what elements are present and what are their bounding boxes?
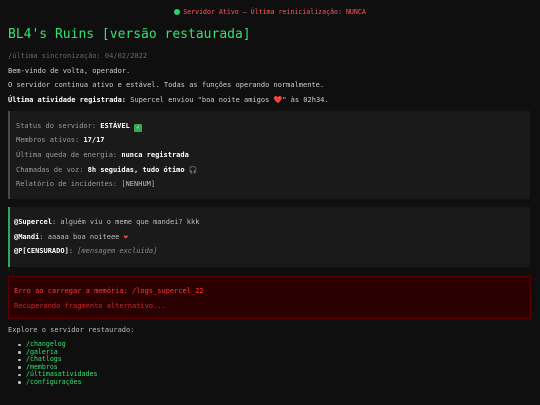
explore-label: Explore o servidor restaurado:	[8, 326, 135, 334]
error-panel: Erro ao carregar a memória: /logs_superc…	[8, 276, 531, 319]
status-row-server: Status do servidor: ESTÁVEL ✓	[16, 122, 143, 132]
status-value: ESTÁVEL	[100, 122, 130, 130]
welcome-text: Bem-vindo de volta, operador.	[8, 67, 131, 75]
chat-user: @Mandi	[14, 233, 40, 241]
chat-message: @Supercel: alguém viu o meme que mandei?…	[14, 218, 200, 226]
explore-links: /changelog /galeria /chatlogs /membros /…	[18, 340, 97, 387]
incidents-value: [NENHUM]	[121, 180, 156, 188]
headphones-icon: 🎧	[188, 166, 198, 174]
chat-text-deleted: [mensagem excluída]	[77, 247, 158, 255]
chat-text: aaaaa boa noiteee	[47, 233, 120, 241]
last-activity: Última atividade registrada: Supercel en…	[8, 96, 329, 105]
status-row-voice: Chamadas de voz: 8h seguidas, tudo ótimo…	[16, 166, 198, 175]
incidents-label: Relatório de incidentes:	[16, 180, 118, 188]
chat-user: @Supercel	[14, 218, 52, 226]
status-row-members: Membros ativos: 17/17	[16, 136, 105, 145]
status-indicator-icon	[174, 9, 181, 15]
members-label: Membros ativos:	[16, 136, 80, 144]
chat-message: @Mandi: aaaaa boa noiteee ❤	[14, 233, 128, 241]
chat-log-panel: @Supercel: alguém viu o meme que mandei?…	[8, 207, 530, 267]
heart-icon: ❤	[123, 233, 128, 241]
last-activity-text: Supercel enviou "boa noite amigos ❤️" às…	[130, 96, 329, 104]
voice-label: Chamadas de voz:	[16, 166, 84, 174]
chat-text: alguém viu o meme que mandei? kkk	[60, 218, 200, 226]
error-message: Erro ao carregar a memória: /logs_superc…	[14, 287, 204, 295]
status-row-power: Última queda de energia: nunca registrad…	[16, 151, 189, 160]
voice-value: 8h seguidas, tudo ótimo	[87, 166, 185, 174]
chat-message: @P[CENSURADO]: [mensagem excluída]	[14, 247, 158, 255]
last-activity-label: Última atividade registrada:	[8, 96, 127, 104]
page-title: BL4's Ruins [versão restaurada]	[8, 27, 251, 42]
status-label: Status do servidor:	[16, 122, 97, 130]
link-configuracoes[interactable]: /configurações	[26, 378, 82, 386]
members-value: 17/17	[83, 136, 105, 144]
server-status-panel: Status do servidor: ESTÁVEL ✓ Membros at…	[8, 111, 530, 199]
server-status-text: Servidor Ativo — Última reinicialização:…	[183, 8, 366, 16]
power-label: Última queda de energia:	[16, 151, 118, 159]
error-recovery-message: Recuperando fragmento alternativo...	[14, 302, 166, 310]
last-sync-text: /última sincronização: 04/02/2022	[8, 52, 148, 60]
status-message: O servidor continua ativo e estável. Tod…	[8, 81, 325, 89]
power-value: nunca registrada	[121, 151, 189, 159]
status-row-incidents: Relatório de incidentes: [NENHUM]	[16, 180, 155, 189]
list-item: /configurações	[18, 378, 97, 387]
chat-user: @P[CENSURADO]	[14, 247, 69, 255]
server-status-bar: Servidor Ativo — Última reinicialização:…	[0, 8, 540, 16]
check-icon: ✓	[134, 124, 143, 132]
